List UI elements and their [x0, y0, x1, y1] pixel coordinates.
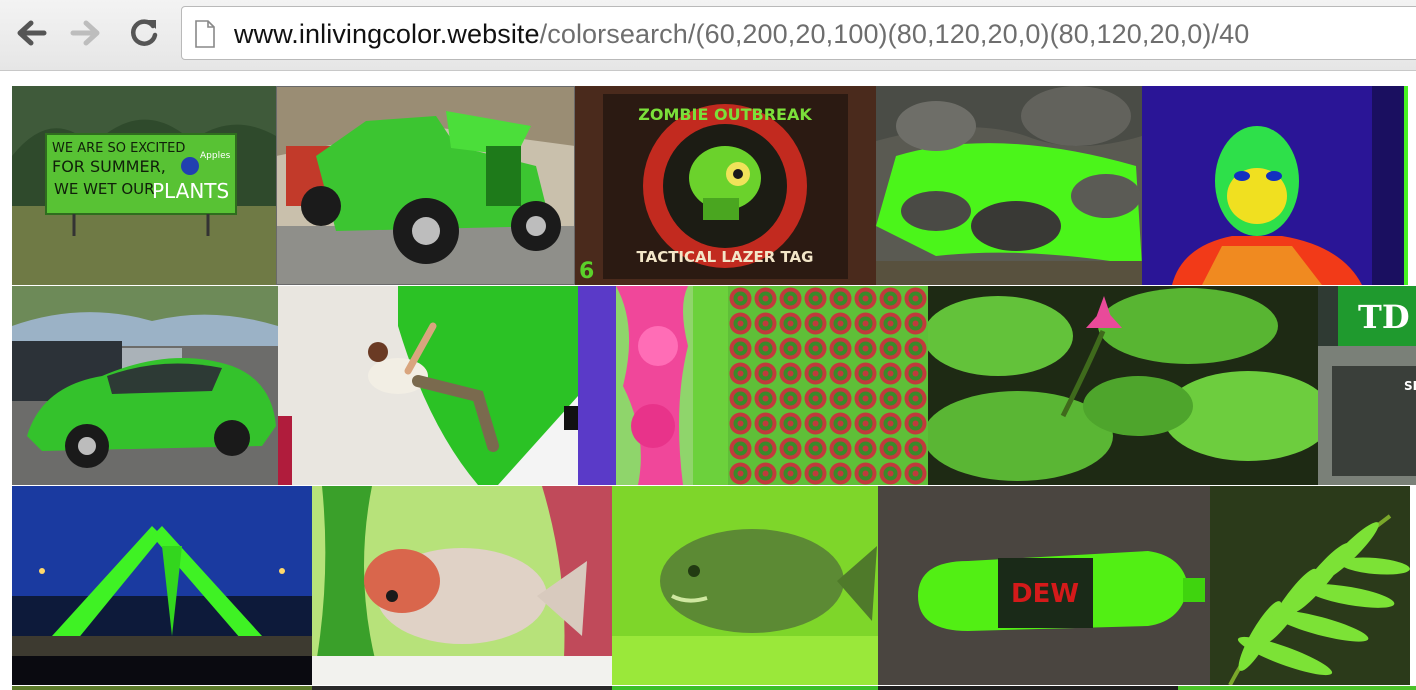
- image-tile-lotus[interactable]: [928, 286, 1318, 485]
- image-tile-green-hotrod[interactable]: [276, 86, 575, 285]
- reload-icon: [131, 19, 158, 46]
- image-tile-climbing-wall[interactable]: [278, 286, 578, 485]
- url-text: www.inlivingcolor.website/colorsearch/(6…: [234, 19, 1249, 50]
- sign-line-3: WE WET OUR: [54, 180, 155, 198]
- image-tile-partial-4[interactable]: [878, 686, 1178, 690]
- sign-word: PLANTS: [152, 179, 229, 203]
- image-tile-mountain-dew-bottle[interactable]: DEW: [878, 486, 1210, 685]
- image-results-grid: WE ARE SO EXCITED FOR SUMMER, WE WET OUR…: [0, 71, 1416, 690]
- image-tile-pacu-fish[interactable]: [612, 486, 878, 685]
- browser-toolbar: www.inlivingcolor.website/colorsearch/(6…: [0, 0, 1416, 71]
- url-path: /colorsearch/(60,200,20,100)(80,120,20,0…: [539, 19, 1250, 49]
- image-tile-pattern[interactable]: [728, 286, 928, 485]
- td-logo-text: TD: [1358, 298, 1410, 336]
- image-tile-olympic-cauldron[interactable]: [12, 486, 312, 685]
- image-tile-citroen[interactable]: [12, 286, 278, 485]
- image-tile-partial-1[interactable]: [12, 686, 312, 690]
- soda-brand: DEW: [1011, 579, 1079, 609]
- url-host: www.inlivingcolor.website: [234, 19, 540, 49]
- arrow-right-icon: [70, 20, 100, 46]
- image-tile-thermal-portrait[interactable]: [1142, 86, 1408, 285]
- image-tile-partial-5[interactable]: [1178, 686, 1416, 690]
- forward-button[interactable]: [68, 15, 104, 51]
- image-tile-feather-boas[interactable]: [578, 286, 728, 485]
- image-tile-zombie-banner[interactable]: ZOMBIE OUTBREAK TACTICAL LAZER TAG 6: [575, 86, 876, 285]
- sign-line-1: WE ARE SO EXCITED: [52, 141, 185, 156]
- image-tile-flowerhorn-fish[interactable]: [312, 486, 612, 685]
- zombie-title: ZOMBIE OUTBREAK: [638, 105, 812, 124]
- image-tile-td-atm[interactable]: TD SE: [1318, 286, 1416, 485]
- image-tile-garden-sign[interactable]: WE ARE SO EXCITED FOR SUMMER, WE WET OUR…: [12, 86, 276, 285]
- td-sign-text: SE: [1404, 379, 1416, 393]
- image-tile-green-water[interactable]: [876, 86, 1142, 285]
- arrow-left-icon: [17, 20, 47, 46]
- page-icon: [195, 20, 215, 48]
- image-tile-partial-2[interactable]: [312, 686, 612, 690]
- reload-button[interactable]: [126, 15, 162, 51]
- image-tile-partial-3[interactable]: [612, 686, 878, 690]
- zombie-corner: 6: [579, 259, 594, 284]
- zombie-subtitle: TACTICAL LAZER TAG: [637, 248, 814, 266]
- back-button[interactable]: [13, 15, 49, 51]
- sign-apples: Apples: [200, 151, 231, 161]
- sign-line-2: FOR SUMMER,: [52, 157, 166, 176]
- address-bar[interactable]: www.inlivingcolor.website/colorsearch/(6…: [181, 6, 1416, 60]
- image-tile-fern[interactable]: [1210, 486, 1410, 685]
